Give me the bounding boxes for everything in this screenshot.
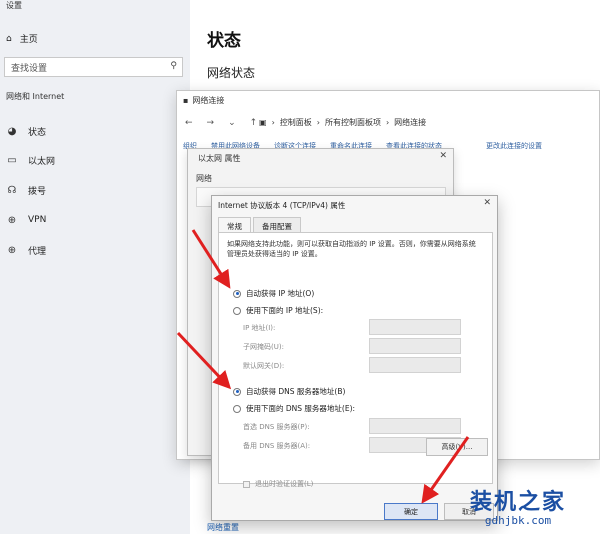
preferred-dns-input[interactable]	[369, 418, 461, 434]
ethernet-icon: ▭	[7, 154, 17, 166]
breadcrumb-item[interactable]: 网络连接	[394, 117, 426, 128]
checkbox-icon	[243, 480, 250, 488]
sidebar-item-label: 代理	[28, 246, 47, 257]
breadcrumb-sep-icon: ›	[271, 118, 275, 127]
ipv4-dialog-title: Internet 协议版本 4 (TCP/IPv4) 属性	[218, 201, 346, 210]
globe-icon: ◕	[7, 125, 17, 137]
validate-label: 退出时验证设置(L)	[255, 480, 314, 488]
sidebar-item-ethernet[interactable]: ▭ 以太网	[6, 152, 55, 168]
preferred-dns-label: 首选 DNS 服务器(P):	[243, 423, 310, 431]
breadcrumb-item[interactable]: 控制面板	[280, 117, 312, 128]
gateway-input[interactable]	[369, 357, 461, 373]
search-input[interactable]: 查找设置 ⚲	[4, 57, 183, 77]
sidebar-home-label: 主页	[19, 35, 38, 45]
search-placeholder: 查找设置	[11, 64, 48, 74]
explorer-nav: ← → ⌄ ↑	[185, 118, 257, 128]
sidebar-item-status[interactable]: ◕ 状态	[6, 123, 46, 139]
auto-ip-label: 自动获得 IP 地址(O)	[246, 289, 315, 298]
sidebar-item-vpn[interactable]: ⊕ VPN	[6, 212, 47, 228]
breadcrumb-sep-icon: ›	[385, 118, 390, 127]
app-title: 设置	[6, 1, 22, 10]
alternate-dns-label: 备用 DNS 服务器(A):	[243, 442, 311, 450]
ok-button[interactable]: 确定	[384, 503, 438, 520]
ipv4-description: 如果网络支持此功能，则可以获取自动指派的 IP 设置。否则，你需要从网络系统管理…	[227, 240, 476, 258]
dropdown-chevron-icon[interactable]: ⌄	[228, 118, 236, 128]
sidebar-section-title: 网络和 Internet	[6, 92, 65, 101]
close-icon[interactable]: ✕	[439, 151, 447, 161]
auto-dns-radio[interactable]: 自动获得 DNS 服务器地址(B)	[233, 386, 345, 397]
settings-sidebar: 设置 ⌂ 主页 查找设置 ⚲ 网络和 Internet ◕ 状态 ▭ 以太网 ☊…	[0, 0, 190, 534]
sidebar-item-proxy[interactable]: ⊕ 代理	[6, 242, 46, 258]
sidebar-item-label: 状态	[28, 127, 47, 138]
sidebar-item-label: VPN	[28, 215, 47, 225]
home-icon: ⌂	[6, 33, 12, 44]
tab-network[interactable]: 网络	[196, 173, 212, 184]
manual-ip-label: 使用下面的 IP 地址(S):	[246, 306, 324, 315]
radio-selected-icon	[233, 387, 241, 396]
dialup-icon: ☊	[7, 184, 17, 196]
eth-dialog-title: 以太网 属性	[198, 154, 241, 163]
auto-ip-radio[interactable]: 自动获得 IP 地址(O)	[233, 288, 314, 299]
radio-selected-icon	[233, 289, 241, 298]
control-panel-icon: ▣	[259, 118, 267, 127]
up-arrow-icon[interactable]: ↑	[250, 118, 258, 128]
command-item[interactable]: 更改此连接的设置	[486, 141, 542, 151]
sidebar-item-dialup[interactable]: ☊ 拨号	[6, 182, 46, 198]
forward-arrow-icon[interactable]: →	[207, 118, 215, 128]
validate-on-exit-checkbox[interactable]: 退出时验证设置(L)	[243, 479, 313, 489]
page-subtitle: 网络状态	[207, 66, 256, 80]
component-list	[196, 215, 212, 435]
manual-dns-label: 使用下面的 DNS 服务器地址(E):	[246, 404, 356, 413]
manual-ip-radio[interactable]: 使用下面的 IP 地址(S):	[233, 305, 323, 316]
subnet-mask-input[interactable]	[369, 338, 461, 354]
ip-address-input[interactable]	[369, 319, 461, 335]
auto-dns-label: 自动获得 DNS 服务器地址(B)	[246, 387, 346, 396]
sidebar-item-label: 以太网	[28, 156, 56, 167]
radio-empty-icon	[233, 306, 241, 315]
breadcrumb-item[interactable]: 所有控制面板项	[325, 117, 381, 128]
breadcrumb-sep-icon: ›	[316, 118, 320, 127]
search-icon: ⚲	[170, 61, 177, 71]
proxy-globe-icon: ⊕	[7, 244, 17, 256]
advanced-button[interactable]: 高级(V)...	[426, 438, 488, 456]
manual-dns-radio[interactable]: 使用下面的 DNS 服务器地址(E):	[233, 403, 355, 414]
gateway-label: 默认网关(D):	[243, 362, 285, 370]
site-watermark: 装机之家 gdhjbk.com	[470, 484, 566, 527]
address-bar[interactable]: ▣ › 控制面板 › 所有控制面板项 › 网络连接	[259, 117, 426, 128]
ipv4-properties-dialog: Internet 协议版本 4 (TCP/IPv4) 属性 ✕ 常规 备用配置 …	[211, 195, 498, 521]
watermark-name: 装机之家	[470, 489, 567, 515]
sidebar-item-label: 拨号	[28, 186, 47, 197]
radio-empty-icon	[233, 404, 241, 413]
network-reset-link[interactable]: 网络重置	[207, 522, 239, 533]
explorer-titlebar: ▪ 网络连接	[183, 95, 224, 106]
page-title: 状态	[207, 31, 241, 51]
sidebar-item-home[interactable]: ⌂ 主页	[6, 32, 38, 46]
subnet-mask-label: 子网掩码(U):	[243, 343, 284, 351]
explorer-title: 网络连接	[192, 96, 225, 105]
close-icon[interactable]: ✕	[483, 198, 491, 208]
network-folder-icon: ▪	[183, 96, 189, 105]
vpn-icon: ⊕	[7, 214, 17, 226]
ip-address-label: IP 地址(I):	[243, 324, 276, 332]
back-arrow-icon[interactable]: ←	[185, 118, 193, 128]
